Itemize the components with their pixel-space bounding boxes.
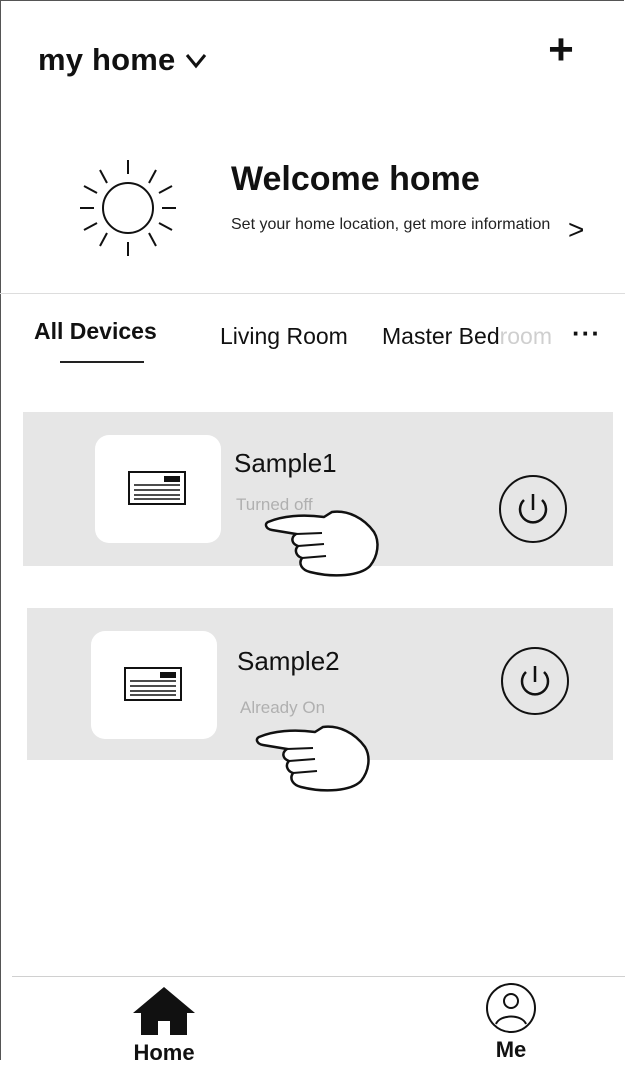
air-conditioner-icon [128, 471, 186, 505]
device-thumbnail [91, 631, 217, 739]
tab-master-label-faded: room [499, 323, 553, 349]
tab-living-room[interactable]: Living Room [220, 323, 348, 350]
home-name: my home [38, 42, 176, 77]
home-icon [133, 987, 195, 1035]
nav-home-label: Home [133, 1040, 195, 1065]
room-tabs: All Devices Living Room Master Bedroom ·… [0, 310, 625, 370]
welcome-subtitle[interactable]: Set your home location, get more informa… [231, 213, 551, 236]
bottom-nav-divider [12, 976, 625, 977]
welcome-title: Welcome home [231, 160, 480, 198]
device-name: Sample1 [234, 448, 337, 478]
tab-all-devices[interactable]: All Devices [34, 318, 157, 345]
tab-master-label: Master Bed [382, 323, 500, 349]
add-device-button[interactable]: + [538, 28, 584, 76]
power-icon[interactable] [500, 646, 570, 716]
active-tab-indicator [60, 361, 144, 363]
nav-me-label: Me [495, 1037, 527, 1062]
pointing-hand-icon [255, 725, 370, 792]
chevron-down-icon [185, 54, 206, 69]
nav-home[interactable]: Home [120, 985, 208, 1066]
tab-master-bedroom[interactable]: Master Bedroom [382, 323, 552, 350]
welcome-arrow-icon[interactable]: > [568, 214, 584, 246]
home-selector[interactable]: my home [38, 42, 208, 78]
pointing-hand-icon [264, 510, 379, 577]
power-icon[interactable] [498, 474, 568, 544]
device-name: Sample2 [237, 646, 340, 676]
divider [0, 293, 625, 294]
sun-icon [80, 160, 176, 256]
device-thumbnail [95, 435, 221, 543]
user-icon [486, 983, 536, 1033]
more-tabs-icon[interactable]: ··· [572, 318, 601, 349]
nav-me[interactable]: Me [476, 982, 546, 1063]
air-conditioner-icon [124, 667, 182, 701]
